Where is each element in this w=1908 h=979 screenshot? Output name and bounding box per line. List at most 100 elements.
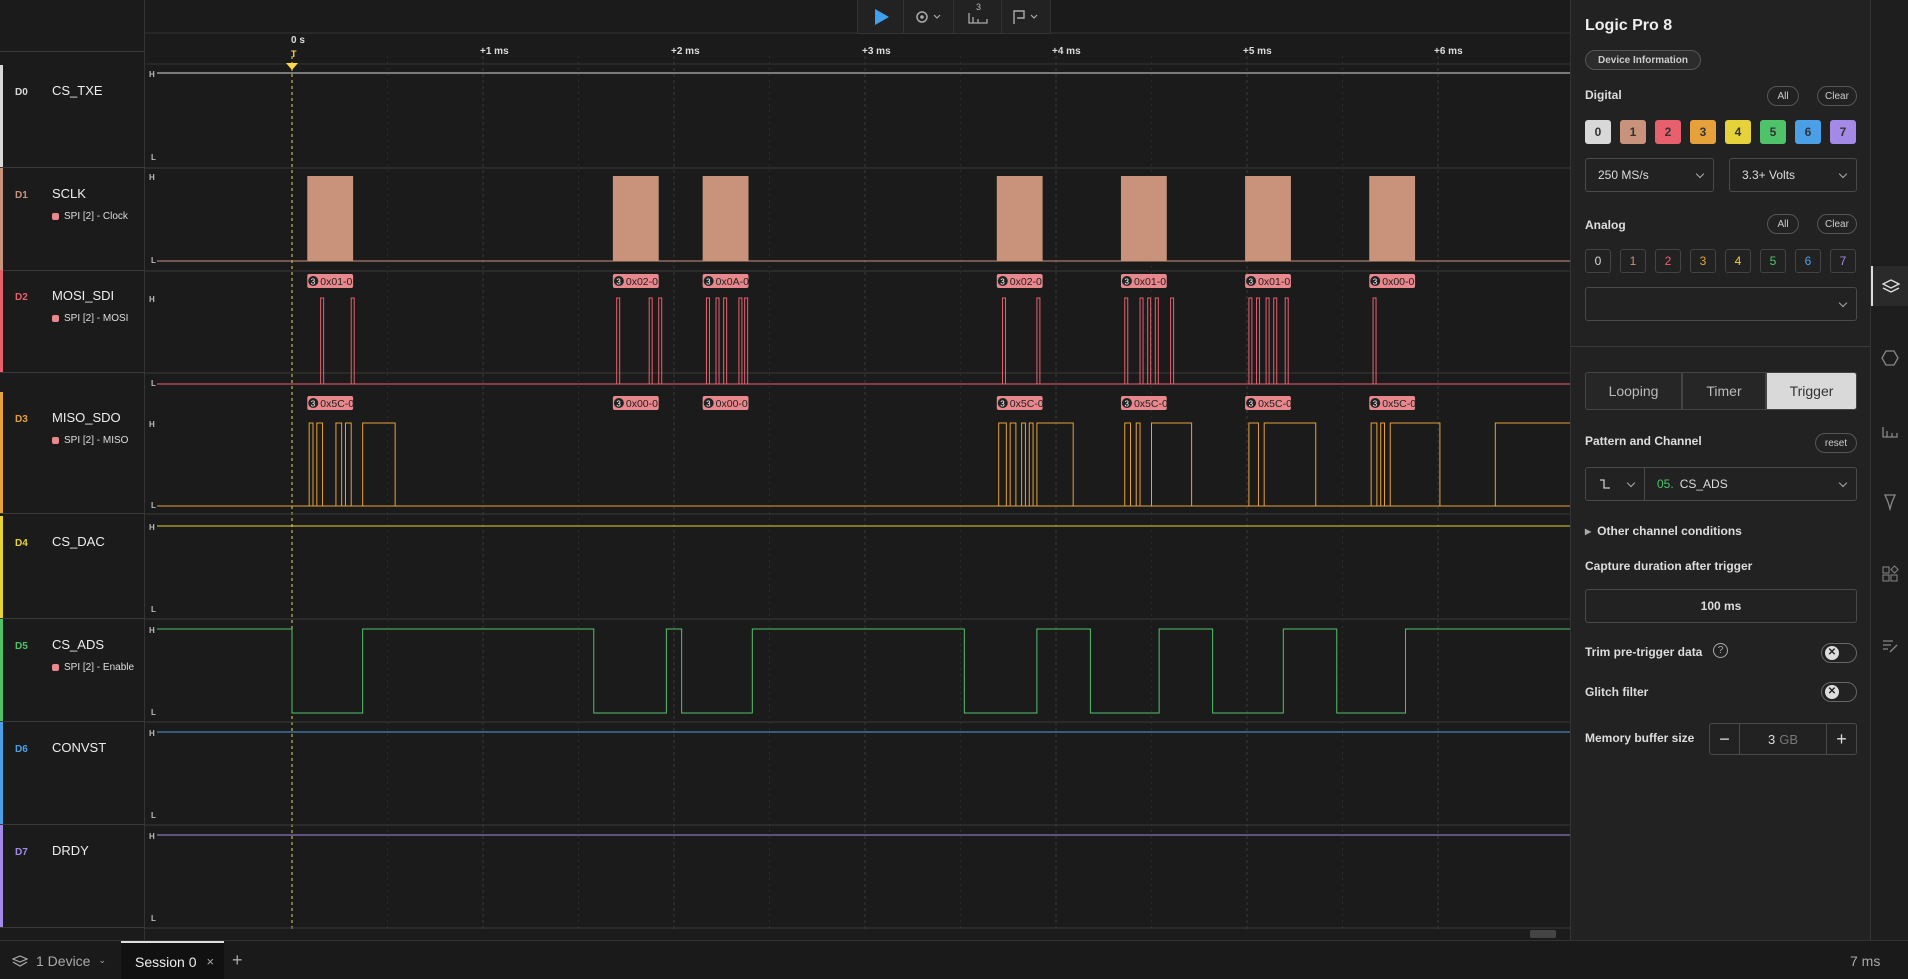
tab-session-0[interactable]: Session 0 × bbox=[121, 941, 224, 979]
memory-value-field[interactable]: 3 GB bbox=[1740, 724, 1826, 754]
analog-channel-5-toggle[interactable]: 5 bbox=[1760, 249, 1786, 273]
digital-channel-5-toggle[interactable]: 5 bbox=[1760, 120, 1786, 144]
annotation-tab[interactable] bbox=[1871, 482, 1908, 522]
notes-tab[interactable] bbox=[1871, 626, 1908, 666]
markers-button[interactable] bbox=[1002, 0, 1050, 34]
channel-row-d3[interactable]: D3 MISO_SDO SPI [2] - MISO bbox=[0, 392, 145, 514]
trigger-channel-num: 05. bbox=[1657, 477, 1674, 491]
close-icon[interactable]: × bbox=[206, 954, 214, 969]
play-icon bbox=[874, 9, 889, 25]
analog-channel-0-toggle[interactable]: 0 bbox=[1585, 249, 1611, 273]
sample-rate-select[interactable]: 250 MS/s bbox=[1585, 158, 1714, 192]
analog-channel-1-toggle[interactable]: 1 bbox=[1620, 249, 1646, 273]
clock-burst bbox=[1369, 176, 1416, 261]
channel-row-d2[interactable]: D2 MOSI_SDI SPI [2] - MOSI bbox=[0, 270, 145, 373]
digital-channel-1-toggle[interactable]: 1 bbox=[1620, 120, 1646, 144]
capture-duration-input[interactable]: 100 ms bbox=[1585, 589, 1857, 623]
mode-timer-tab[interactable]: Timer bbox=[1682, 372, 1766, 410]
channel-number: D0 bbox=[15, 87, 28, 98]
digital-channel-3-toggle[interactable]: 3 bbox=[1690, 120, 1716, 144]
trigger-marker[interactable]: T bbox=[291, 49, 297, 59]
capture-count-button[interactable]: 3 bbox=[954, 0, 1002, 34]
channel-row-d0[interactable]: D0 CS_TXE bbox=[0, 65, 145, 168]
digital-channel-2-toggle[interactable]: 2 bbox=[1655, 120, 1681, 144]
channel-row-d5[interactable]: D5 CS_ADS SPI [2] - Enable bbox=[0, 619, 145, 722]
mode-looping-tab[interactable]: Looping bbox=[1585, 372, 1682, 410]
waveform-canvas[interactable]: H L H L H L H L H L H L H L H L 3 0x01-0 3 0x5C-0 3 0x02-0 3 0x… bbox=[145, 0, 1570, 940]
extensions-tab[interactable] bbox=[1871, 554, 1908, 594]
signal-trace-d5 bbox=[157, 628, 1570, 714]
miso-decoded-badge: 0x00-0 bbox=[626, 398, 658, 410]
channel-analyzer-tag[interactable]: SPI [2] - MISO bbox=[52, 435, 128, 446]
mosi-pulse bbox=[1170, 297, 1175, 384]
channel-color-bar bbox=[0, 65, 3, 167]
analog-channel-3-toggle[interactable]: 3 bbox=[1690, 249, 1716, 273]
device-settings-button[interactable] bbox=[904, 0, 954, 34]
channel-row-d6[interactable]: D6 CONVST bbox=[0, 722, 145, 825]
device-icon bbox=[12, 954, 28, 967]
digital-channel-7-toggle[interactable]: 7 bbox=[1830, 120, 1856, 144]
memory-decrease-button[interactable]: − bbox=[1710, 724, 1740, 754]
analog-channel-7-toggle[interactable]: 7 bbox=[1830, 249, 1856, 273]
analog-channel-6-toggle[interactable]: 6 bbox=[1795, 249, 1821, 273]
add-session-button[interactable]: + bbox=[232, 941, 243, 979]
start-capture-button[interactable] bbox=[858, 0, 904, 34]
analog-all-button[interactable]: All bbox=[1767, 214, 1799, 234]
glitch-filter-toggle[interactable]: ✕ bbox=[1821, 682, 1857, 702]
measure-tab[interactable] bbox=[1871, 410, 1908, 450]
help-icon[interactable]: ? bbox=[1713, 643, 1728, 658]
level-high-label: H bbox=[149, 173, 155, 182]
mosi-pulse bbox=[1265, 297, 1270, 384]
digital-clear-button[interactable]: Clear bbox=[1817, 86, 1857, 106]
analog-rate-select[interactable] bbox=[1585, 287, 1857, 321]
analog-channel-2-toggle[interactable]: 2 bbox=[1655, 249, 1681, 273]
analog-clear-button[interactable]: Clear bbox=[1817, 214, 1857, 234]
digital-channel-0-toggle[interactable]: 0 bbox=[1585, 120, 1611, 144]
device-information-button[interactable]: Device Information bbox=[1585, 50, 1701, 70]
tick-5ms: +5 ms bbox=[1243, 46, 1272, 57]
channel-analyzer-tag[interactable]: SPI [2] - MOSI bbox=[52, 313, 128, 324]
zoom-level[interactable]: 7 ms bbox=[1850, 941, 1880, 979]
digital-channel-4-toggle[interactable]: 4 bbox=[1725, 120, 1751, 144]
channel-row-d4[interactable]: D4 CS_DAC bbox=[0, 516, 145, 619]
channel-row-d7[interactable]: D7 DRDY bbox=[0, 825, 145, 928]
device-settings-tab[interactable] bbox=[1871, 266, 1908, 306]
miso-decoded-badge: 0x5C-0 bbox=[1134, 398, 1168, 410]
mosi-pulse bbox=[715, 297, 720, 384]
miso-pulse bbox=[1494, 422, 1570, 506]
channel-row-d1[interactable]: D1 SCLK SPI [2] - Clock bbox=[0, 168, 145, 271]
level-low-label: L bbox=[151, 811, 156, 820]
mode-trigger-tab[interactable]: Trigger bbox=[1766, 372, 1857, 410]
level-low-label: L bbox=[151, 605, 156, 614]
waveform-area[interactable]: H L H L H L H L H L H L H L H L 3 0x01-0 3 0x5C-0 3 0x02-0 3 0x… bbox=[145, 0, 1570, 940]
digital-channel-6-toggle[interactable]: 6 bbox=[1795, 120, 1821, 144]
miso-decoded-badge: 0x00-0 bbox=[716, 398, 748, 410]
channel-name: CONVST bbox=[52, 740, 107, 755]
reset-button[interactable]: reset bbox=[1815, 433, 1857, 453]
frame-index: 3 bbox=[1000, 400, 1005, 409]
mosi-pulse bbox=[1002, 297, 1007, 384]
analog-label: Analog bbox=[1585, 218, 1626, 232]
analyzers-tab[interactable] bbox=[1871, 338, 1908, 378]
memory-increase-button[interactable]: + bbox=[1826, 724, 1856, 754]
labels-header bbox=[0, 0, 145, 52]
channel-analyzer-tag[interactable]: SPI [2] - Enable bbox=[52, 662, 134, 673]
miso-pulse bbox=[1135, 422, 1141, 506]
digital-all-button[interactable]: All bbox=[1767, 86, 1799, 106]
analyzers-icon bbox=[1881, 350, 1899, 366]
trim-pretrigger-toggle[interactable]: ✕ bbox=[1821, 643, 1857, 663]
channel-analyzer-tag[interactable]: SPI [2] - Clock bbox=[52, 211, 128, 222]
voltage-value: 3.3+ Volts bbox=[1742, 168, 1796, 182]
memory-unit: GB bbox=[1779, 731, 1799, 747]
capture-toolbar: 3 bbox=[857, 0, 1051, 34]
trigger-channel-select[interactable]: 05. CS_ADS bbox=[1644, 467, 1857, 501]
mosi-decoded-badge: 0x02-0 bbox=[1010, 276, 1042, 288]
trigger-edge-select[interactable] bbox=[1585, 467, 1645, 501]
device-selector[interactable]: 1 Device ⌄ bbox=[12, 941, 106, 979]
channel-number: D1 bbox=[15, 190, 28, 201]
analog-channel-4-toggle[interactable]: 4 bbox=[1725, 249, 1751, 273]
other-conditions-toggle[interactable]: ▶ Other channel conditions bbox=[1585, 524, 1742, 538]
voltage-select[interactable]: 3.3+ Volts bbox=[1729, 158, 1857, 192]
digital-label: Digital bbox=[1585, 88, 1622, 102]
channel-number: D7 bbox=[15, 847, 28, 858]
